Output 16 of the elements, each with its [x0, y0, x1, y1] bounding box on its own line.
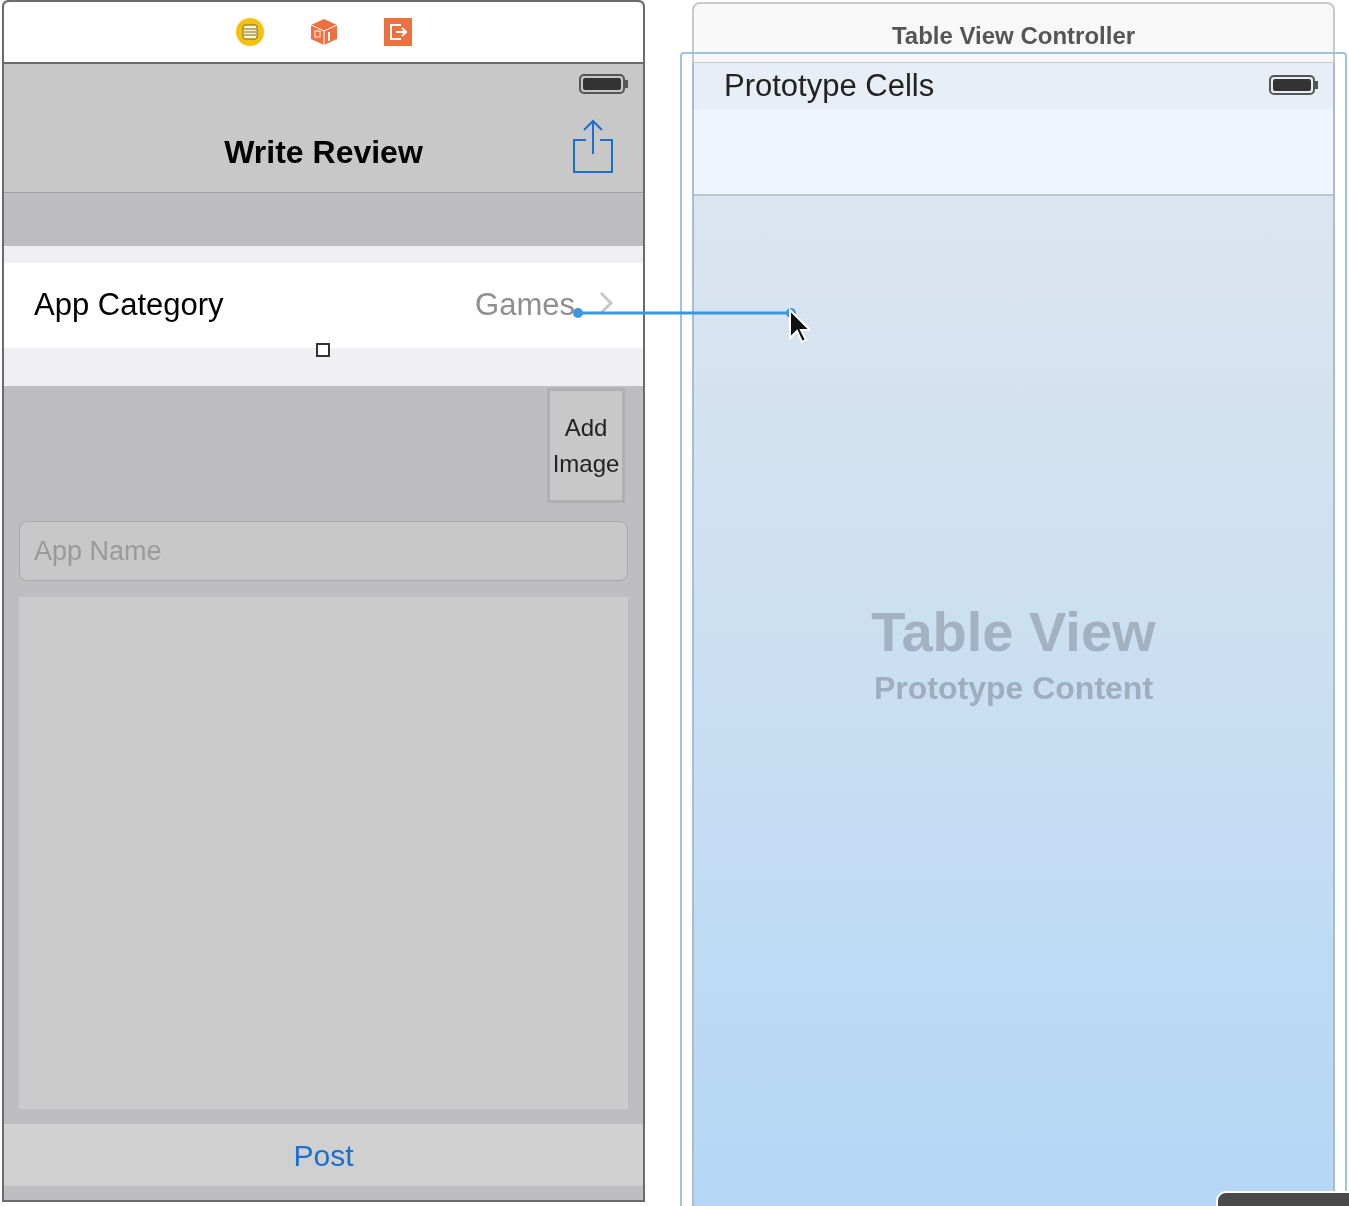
cell-label: App Category: [34, 286, 224, 325]
scene-title: Table View Controller: [891, 21, 1136, 51]
cell-value: Games: [475, 286, 575, 325]
chevron-icon: [599, 291, 613, 315]
resize-handle[interactable]: [316, 343, 330, 357]
share-icon[interactable]: [572, 118, 614, 174]
exit-icon[interactable]: [382, 17, 413, 47]
cube-icon[interactable]: [308, 17, 339, 47]
navigation-title: Write Review: [223, 133, 424, 172]
battery-icon: [1269, 75, 1319, 95]
battery-icon: [579, 74, 629, 94]
cursor-icon: [788, 308, 810, 344]
section-header-title: Prototype Cells: [724, 67, 935, 106]
table-cell[interactable]: App Category Games: [4, 263, 643, 348]
list-icon[interactable]: [234, 17, 265, 47]
add-image-button[interactable]: Add Image: [547, 388, 625, 503]
